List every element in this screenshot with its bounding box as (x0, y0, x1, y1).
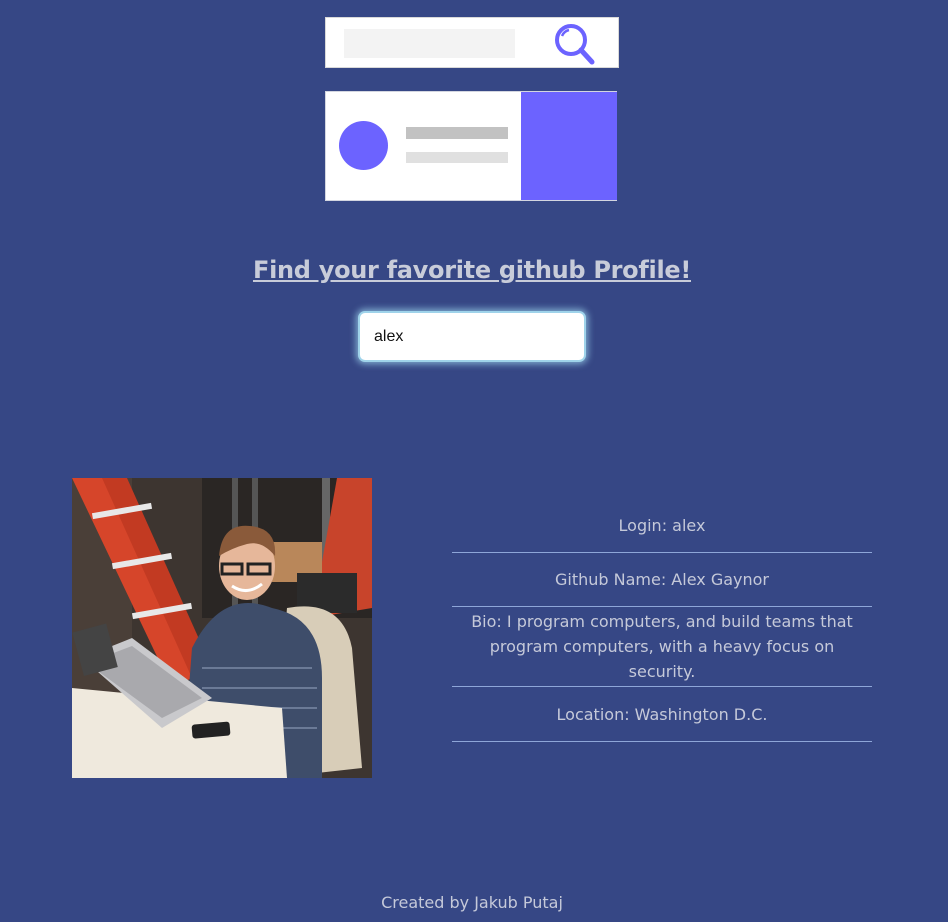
footer-credit: Created by Jakub Putaj (381, 893, 563, 912)
profile-login: Login: alex (452, 499, 872, 553)
illustration-line (406, 127, 508, 139)
profile-name: Github Name: Alex Gaynor (452, 553, 872, 607)
profile-photo (72, 478, 372, 778)
profile-details: Login: alex Github Name: Alex Gaynor Bio… (452, 499, 872, 742)
illustration-line (406, 152, 508, 163)
profile-bio: Bio: I program computers, and build team… (452, 607, 872, 687)
profile-location: Location: Washington D.C. (452, 687, 872, 742)
search-illustration (325, 17, 619, 68)
magnifier-icon (555, 24, 595, 65)
page-title: Find your favorite github Profile! (252, 256, 691, 284)
avatar (72, 478, 372, 778)
search-illustration-bar (344, 29, 515, 58)
profile-card-illustration (325, 91, 617, 201)
illustration-accent-block (521, 92, 617, 200)
illustration-avatar-circle (339, 121, 388, 170)
search-input[interactable] (358, 311, 586, 362)
page: Find your favorite github Profile! alex … (0, 0, 948, 922)
